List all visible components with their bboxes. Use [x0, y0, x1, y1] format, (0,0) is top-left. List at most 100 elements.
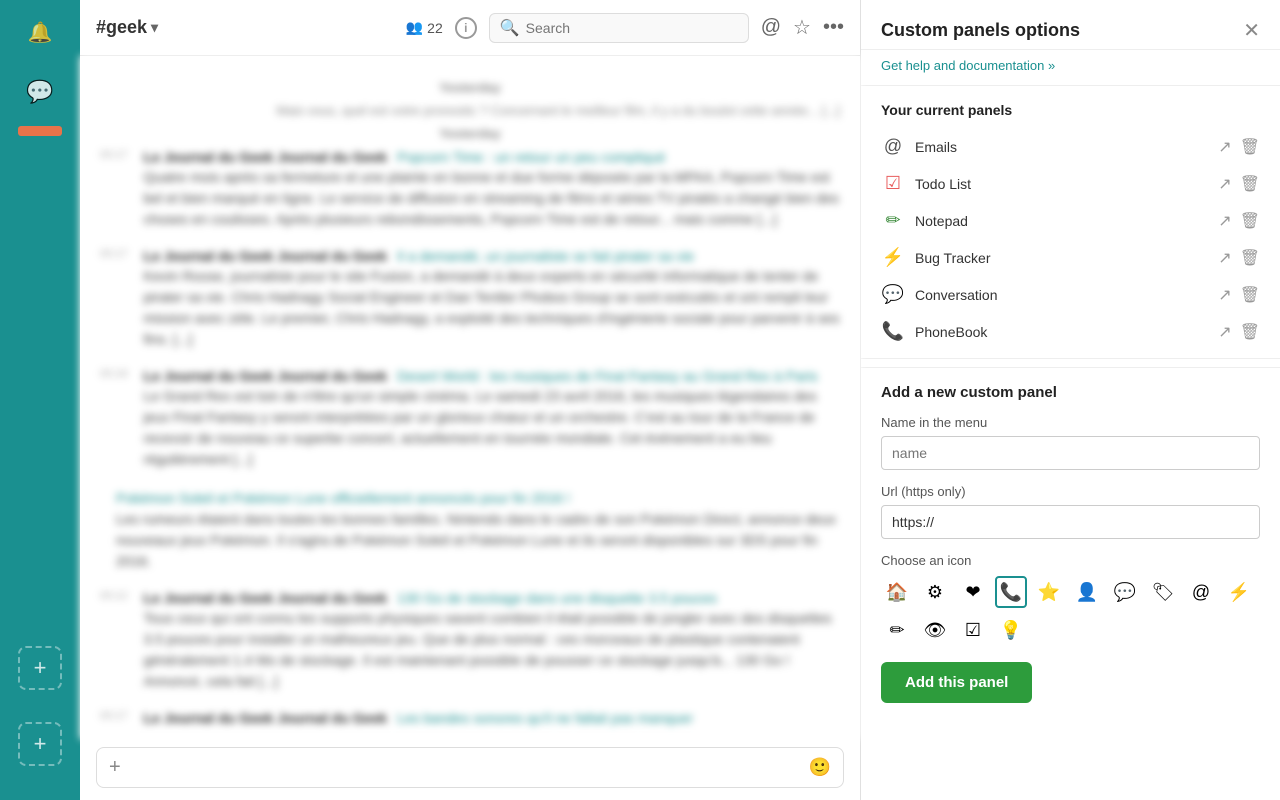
message-block: 00:17 Le Journal du Geek Journal du Geek…: [100, 710, 840, 728]
notepad-open-button[interactable]: ↗: [1218, 211, 1231, 231]
message-block: 00:18 Le Journal du Geek Journal du Geek…: [100, 368, 840, 470]
custom-panels-panel: Custom panels options ✕ Get help and doc…: [860, 0, 1280, 800]
conversation-label: Conversation: [915, 287, 1208, 303]
message-author: Le Journal du Geek Journal du Geek Popco…: [144, 149, 840, 165]
sidebar-add-workspace-button[interactable]: +: [18, 646, 62, 690]
search-box[interactable]: 🔍: [489, 13, 749, 43]
members-number: 22: [427, 20, 443, 36]
panel-url-input[interactable]: [881, 505, 1260, 539]
icon-pencil[interactable]: ✏: [881, 614, 913, 646]
blurred-top-text: Mais vous, quel est votre pronostic ? Co…: [100, 103, 840, 118]
at-icon[interactable]: @: [761, 16, 781, 39]
panel-name-input[interactable]: [881, 436, 1260, 470]
star-icon[interactable]: ☆: [793, 15, 811, 40]
conversation-open-button[interactable]: ↗: [1218, 285, 1231, 305]
message-text: Kevin Roose, journaliste pour le site Fu…: [144, 266, 840, 350]
icon-bulb[interactable]: 💡: [995, 614, 1027, 646]
members-count: 👥 22: [406, 19, 443, 36]
phonebook-delete-button[interactable]: 🗑: [1240, 322, 1260, 342]
sidebar-active-indicator: [18, 126, 62, 136]
sidebar-add-channel-button[interactable]: +: [18, 722, 62, 766]
more-options-icon[interactable]: •••: [823, 16, 844, 39]
date-sep-2: Yesterday: [100, 126, 840, 141]
sidebar-channel-button[interactable]: 💬: [18, 70, 62, 114]
todolist-icon: ☑: [881, 173, 905, 194]
at-panel-icon: @: [881, 136, 905, 157]
attach-button[interactable]: +: [109, 756, 121, 779]
icon-chat[interactable]: 💬: [1109, 576, 1141, 608]
panel-item-bugtracker: ⚡ Bug Tracker ↗ 🗑: [861, 239, 1280, 276]
bugtracker-delete-button[interactable]: 🗑: [1240, 248, 1260, 268]
message-input[interactable]: [129, 760, 801, 776]
panel-close-button[interactable]: ✕: [1243, 21, 1260, 41]
bugtracker-label: Bug Tracker: [915, 250, 1208, 266]
icon-heart[interactable]: ❤: [957, 576, 989, 608]
channel-dropdown-chevron[interactable]: ▾: [151, 19, 158, 36]
emoji-button[interactable]: 🙂: [809, 757, 831, 778]
panel-item-notepad: ✏ Notepad ↗ 🗑: [861, 202, 1280, 239]
notepad-delete-button[interactable]: 🗑: [1240, 211, 1260, 231]
add-panel-section: Add a new custom panel Name in the menu …: [861, 367, 1280, 719]
icon-at[interactable]: @: [1185, 576, 1217, 608]
sidebar-bell-icon[interactable]: 🔔: [18, 10, 62, 54]
channel-name[interactable]: #geek ▾: [96, 17, 158, 38]
add-panel-button[interactable]: Add this panel: [881, 662, 1032, 703]
message-author: Le Journal du Geek Journal du Geek 130 G…: [144, 590, 840, 606]
message-text: Tous ceux qui ont connu les supports phy…: [144, 608, 840, 692]
panel-item-conversation: 💬 Conversation ↗ 🗑: [861, 276, 1280, 313]
message-input-bar: + 🙂: [96, 747, 844, 788]
help-documentation-link[interactable]: Get help and documentation »: [861, 50, 1280, 86]
icon-field-label: Choose an icon: [881, 553, 1260, 568]
message-text: Pokémon Soleil et Pokémon Lune officiell…: [116, 488, 840, 509]
message-text: Le Grand Rex est loin de n'être qu'un si…: [144, 386, 840, 470]
icon-eye[interactable]: 👁: [919, 614, 951, 646]
url-field-label: Url (https only): [881, 484, 1260, 499]
bugtracker-icon: ⚡: [881, 247, 905, 268]
emails-delete-button[interactable]: 🗑: [1240, 137, 1260, 157]
icon-star[interactable]: ⭐: [1033, 576, 1065, 608]
message-text: Quatre mois après sa fermeture et une pl…: [144, 167, 840, 230]
conversation-icon: 💬: [881, 284, 905, 305]
icon-check[interactable]: ☑: [957, 614, 989, 646]
sidebar: 🔔 💬 + +: [0, 0, 80, 800]
members-icon: 👥: [406, 19, 423, 36]
conversation-delete-button[interactable]: 🗑: [1240, 285, 1260, 305]
channel-info-button[interactable]: i: [455, 17, 477, 39]
add-panel-title: Add a new custom panel: [881, 384, 1260, 401]
icon-settings[interactable]: ⚙: [919, 576, 951, 608]
emails-open-button[interactable]: ↗: [1218, 137, 1231, 157]
notepad-label: Notepad: [915, 213, 1208, 229]
name-field-label: Name in the menu: [881, 415, 1260, 430]
icon-tag[interactable]: 🏷: [1147, 576, 1179, 608]
icon-phone[interactable]: 📞: [995, 576, 1027, 608]
emails-label: Emails: [915, 139, 1208, 155]
message-block: 00:12 Le Journal du Geek Journal du Geek…: [100, 590, 840, 692]
icon-lightning[interactable]: ⚡: [1223, 576, 1255, 608]
message-author: Le Journal du Geek Journal du Geek Les b…: [144, 710, 694, 726]
message-author: Le Journal du Geek Journal du Geek Deser…: [144, 368, 840, 384]
panel-item-todolist: ☑ Todo List ↗ 🗑: [861, 165, 1280, 202]
date-separator: Yesterday: [100, 80, 840, 95]
panel-item-emails: @ Emails ↗ 🗑: [861, 128, 1280, 165]
topbar: #geek ▾ 👥 22 i 🔍 @ ☆ •••: [80, 0, 860, 56]
message-block: 00:17 Le Journal du Geek Journal du Geek…: [100, 149, 840, 230]
phonebook-icon: 📞: [881, 321, 905, 342]
message-block: Pokémon Soleil et Pokémon Lune officiell…: [100, 488, 840, 572]
panel-divider: [861, 358, 1280, 359]
current-panels-title: Your current panels: [861, 86, 1280, 128]
icon-home[interactable]: 🏠: [881, 576, 913, 608]
phonebook-open-button[interactable]: ↗: [1218, 322, 1231, 342]
search-input[interactable]: [526, 20, 738, 36]
bugtracker-open-button[interactable]: ↗: [1218, 248, 1231, 268]
phonebook-label: PhoneBook: [915, 324, 1208, 340]
message-text: Les rumeurs étaient dans toutes les bonn…: [116, 509, 840, 572]
todolist-open-button[interactable]: ↗: [1218, 174, 1231, 194]
panel-header: Custom panels options ✕: [861, 0, 1280, 50]
notepad-icon: ✏: [881, 210, 905, 231]
todolist-delete-button[interactable]: 🗑: [1240, 174, 1260, 194]
icon-user[interactable]: 👤: [1071, 576, 1103, 608]
search-icon: 🔍: [500, 18, 520, 38]
icon-picker: 🏠 ⚙ ❤ 📞 ⭐ 👤 💬 🏷 @ ⚡ ✏ 👁 ☑ 💡: [881, 576, 1260, 646]
message-block: 00:17 Le Journal du Geek Journal du Geek…: [100, 248, 840, 350]
chat-messages: Yesterday Mais vous, quel est votre pron…: [80, 56, 860, 739]
